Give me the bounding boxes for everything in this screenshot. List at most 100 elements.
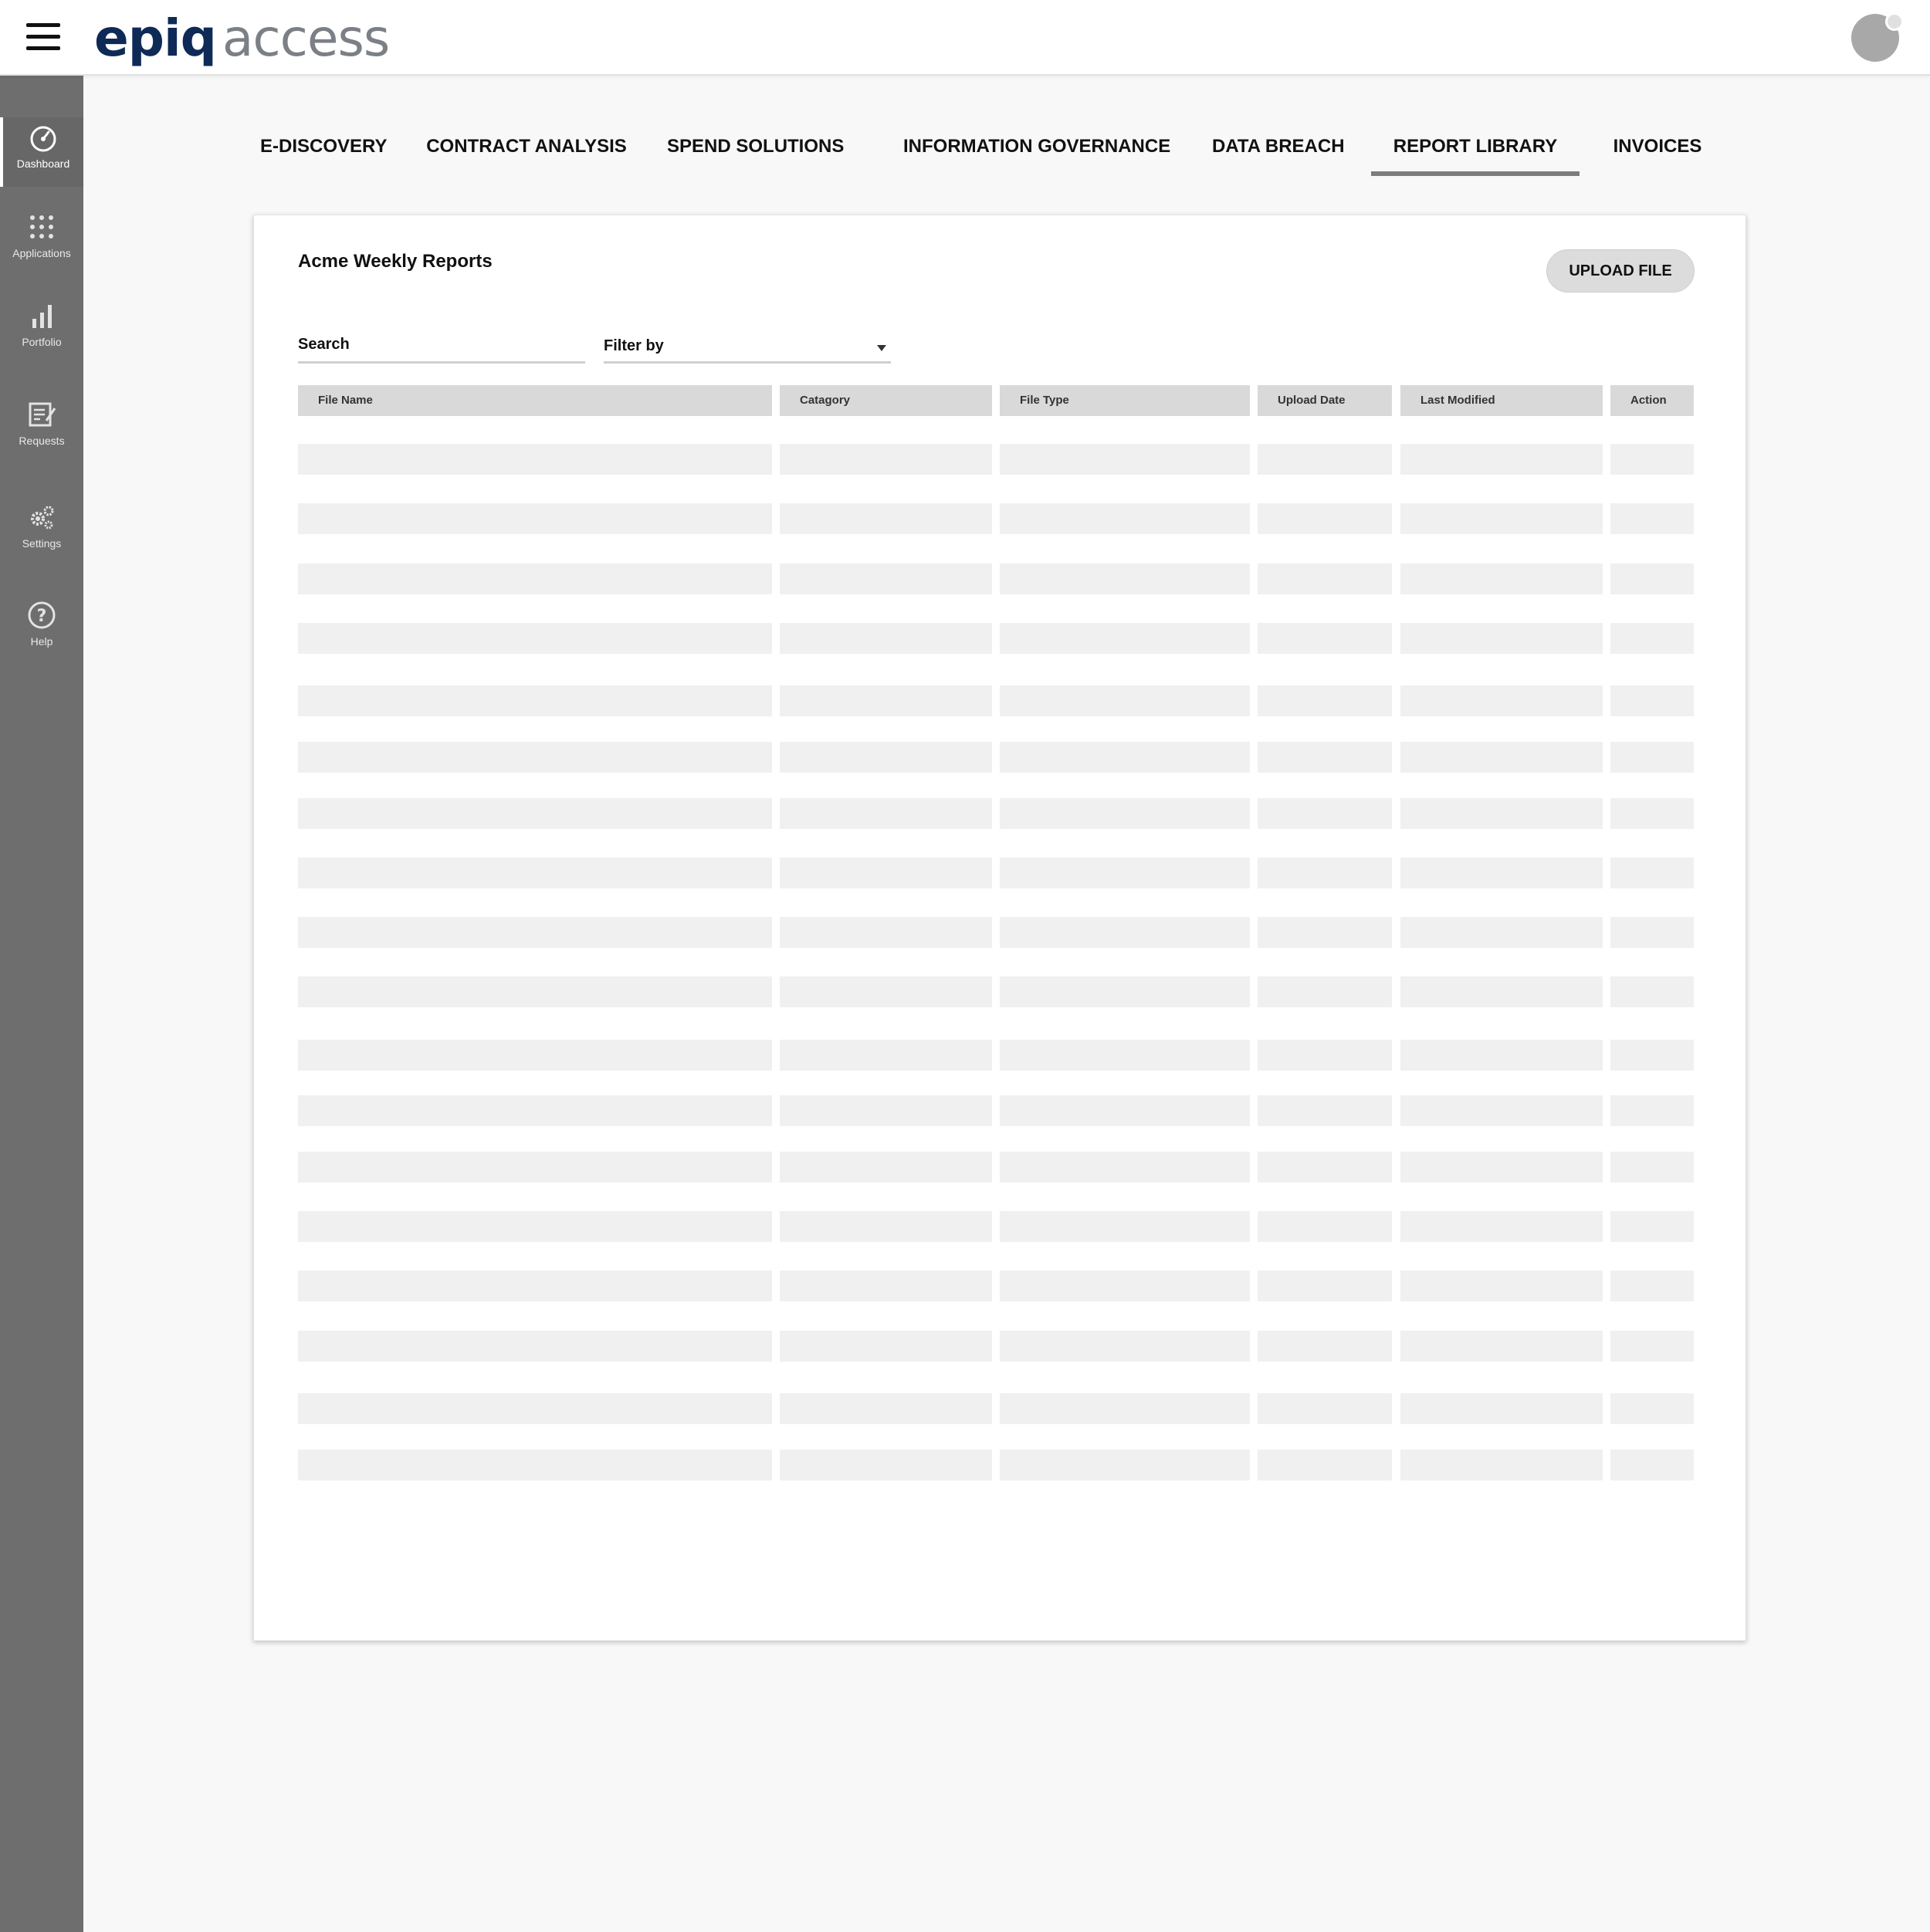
tab-information-governance[interactable]: INFORMATION GOVERNANCE [903, 130, 1170, 176]
column-header-last-modified[interactable]: Last Modified [1400, 385, 1603, 416]
table-cell [1258, 623, 1392, 654]
help-question-icon: ? [28, 601, 56, 629]
table-cell[interactable] [1610, 444, 1694, 475]
table-cell[interactable] [1610, 1271, 1694, 1301]
table-cell [1000, 444, 1250, 475]
tab-contract-analysis[interactable]: CONTRACT ANALYSIS [426, 130, 627, 176]
sidebar-item-applications[interactable]: Applications [0, 207, 83, 276]
table-cell [1000, 1450, 1250, 1480]
table-cell [1400, 1152, 1603, 1183]
sidebar-item-portfolio[interactable]: Portfolio [0, 296, 83, 365]
filter-by-select[interactable]: Filter by [604, 328, 891, 364]
table-cell [1400, 1331, 1603, 1362]
table-cell[interactable] [1610, 1393, 1694, 1424]
table-cell[interactable] [1610, 798, 1694, 829]
table-cell [780, 742, 992, 773]
table-cell [1258, 444, 1392, 475]
table-cell[interactable] [1610, 858, 1694, 888]
tab-data-breach[interactable]: DATA BREACH [1212, 130, 1345, 176]
table-cell [1258, 685, 1392, 716]
table-cell [1258, 1211, 1392, 1242]
table-cell[interactable] [1610, 1331, 1694, 1362]
card-title: Acme Weekly Reports [298, 251, 493, 272]
table-cell [1400, 1211, 1603, 1242]
gears-icon [31, 506, 54, 530]
search-input[interactable] [298, 328, 585, 364]
bar-chart-icon [32, 305, 52, 328]
epiq-access-logo[interactable]: epiq access [94, 8, 390, 68]
table-cell [298, 444, 772, 475]
table-cell [298, 503, 772, 534]
column-header-action[interactable]: Action [1610, 385, 1694, 416]
table-cell [1000, 976, 1250, 1007]
table-cell [1000, 1331, 1250, 1362]
table-cell[interactable] [1610, 503, 1694, 534]
table-cell[interactable] [1610, 976, 1694, 1007]
table-cell [1258, 1152, 1392, 1183]
table-cell [780, 1211, 992, 1242]
table-cell[interactable] [1610, 1040, 1694, 1071]
sidebar-item-dashboard[interactable]: Dashboard [0, 117, 83, 187]
table-cell [780, 858, 992, 888]
table-cell [1258, 976, 1392, 1007]
table-cell [780, 1331, 992, 1362]
request-form-icon [29, 402, 56, 427]
notification-dot-icon [1885, 12, 1904, 31]
sidebar-item-help[interactable]: ? Help [0, 595, 83, 665]
table-cell [298, 1211, 772, 1242]
sidebar-item-label: Settings [22, 537, 62, 550]
column-header-file-name[interactable]: File Name [298, 385, 772, 416]
tab-spend-solutions[interactable]: SPEND SOLUTIONS [667, 130, 844, 176]
svg-text:?: ? [37, 607, 47, 626]
table-cell [1400, 444, 1603, 475]
column-header-file-type[interactable]: File Type [1000, 385, 1250, 416]
caret-down-icon [877, 345, 886, 351]
table-cell [1400, 1040, 1603, 1071]
tab-e-discovery[interactable]: E-DISCOVERY [260, 130, 387, 176]
table-cell[interactable] [1610, 1450, 1694, 1480]
table-cell[interactable] [1610, 563, 1694, 594]
table-cell [1258, 1095, 1392, 1126]
table-cell [1258, 798, 1392, 829]
table-cell [1000, 1095, 1250, 1126]
table-cell[interactable] [1610, 1211, 1694, 1242]
upload-file-button[interactable]: UPLOAD FILE [1546, 249, 1695, 293]
apps-grid-icon [30, 215, 53, 239]
table-cell[interactable] [1610, 917, 1694, 948]
table-cell[interactable] [1610, 685, 1694, 716]
table-cell [780, 1393, 992, 1424]
sidebar-item-label: Requests [19, 435, 65, 447]
logo-access-text: access [222, 8, 390, 68]
sidebar-item-settings[interactable]: Settings [0, 497, 83, 567]
table-cell [1258, 1331, 1392, 1362]
table-cell [1000, 685, 1250, 716]
sidebar-item-requests[interactable]: Requests [0, 394, 83, 464]
table-cell [1400, 1450, 1603, 1480]
table-cell [298, 1095, 772, 1126]
hamburger-menu-icon[interactable] [26, 22, 60, 52]
table-cell [1000, 1211, 1250, 1242]
table-cell [298, 1040, 772, 1071]
table-cell [780, 1152, 992, 1183]
table-cell [780, 1095, 992, 1126]
table-cell[interactable] [1610, 1095, 1694, 1126]
table-cell [1000, 742, 1250, 773]
table-cell[interactable] [1610, 1152, 1694, 1183]
table-cell [1258, 917, 1392, 948]
table-cell [780, 1450, 992, 1480]
table-cell [298, 1271, 772, 1301]
table-cell [298, 685, 772, 716]
table-cell [298, 976, 772, 1007]
table-cell [1258, 563, 1392, 594]
tab-report-library[interactable]: REPORT LIBRARY [1371, 130, 1580, 176]
table-cell[interactable] [1610, 742, 1694, 773]
column-header-category[interactable]: Catagory [780, 385, 992, 416]
table-cell [1400, 858, 1603, 888]
table-cell[interactable] [1610, 623, 1694, 654]
column-header-upload-date[interactable]: Upload Date [1258, 385, 1392, 416]
table-cell [780, 1040, 992, 1071]
tab-invoices[interactable]: INVOICES [1607, 130, 1708, 176]
table-cell [1000, 1040, 1250, 1071]
table-cell [780, 917, 992, 948]
table-cell [298, 623, 772, 654]
